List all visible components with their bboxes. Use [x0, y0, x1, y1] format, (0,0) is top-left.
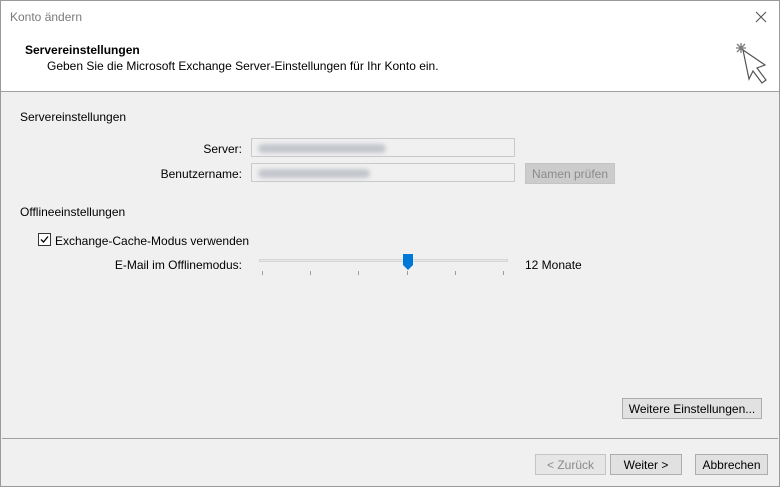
change-account-dialog: Konto ändern Servereinstellungen Geben S…: [0, 0, 780, 487]
page-title: Servereinstellungen: [25, 43, 140, 57]
window-title: Konto ändern: [10, 10, 83, 24]
slider-tick: [407, 271, 408, 275]
username-label: Benutzername:: [160, 167, 242, 181]
server-value-redacted: [258, 144, 386, 153]
check-names-button[interactable]: Namen prüfen: [525, 163, 615, 184]
slider-tick: [455, 271, 456, 275]
more-settings-button[interactable]: Weitere Einstellungen...: [622, 398, 762, 419]
slider-thumb[interactable]: [403, 254, 413, 270]
page-subtitle: Geben Sie die Microsoft Exchange Server-…: [47, 59, 439, 73]
slider-tick: [262, 271, 263, 275]
offline-mail-slider[interactable]: [259, 259, 508, 262]
slider-tick: [358, 271, 359, 275]
back-button[interactable]: < Zurück: [535, 454, 606, 475]
next-button[interactable]: Weiter >: [610, 454, 682, 475]
slider-tick: [310, 271, 311, 275]
check-icon: [39, 234, 50, 248]
cache-mode-label[interactable]: Exchange-Cache-Modus verwenden: [55, 234, 249, 248]
wizard-wand-icon: [727, 37, 769, 87]
slider-tick: [503, 271, 504, 275]
username-field[interactable]: [251, 163, 515, 182]
offline-mail-value: 12 Monate: [525, 258, 582, 272]
offline-settings-heading: Offlineeinstellungen: [20, 205, 126, 219]
cancel-button[interactable]: Abbrechen: [695, 454, 768, 475]
username-value-redacted: [258, 169, 370, 178]
title-bar: Konto ändern: [1, 1, 779, 33]
close-icon[interactable]: [751, 7, 771, 27]
server-field[interactable]: [251, 138, 515, 157]
server-label: Server:: [203, 142, 242, 156]
footer-divider: [2, 438, 778, 439]
server-settings-heading: Servereinstellungen: [20, 110, 127, 124]
page-header: Servereinstellungen Geben Sie die Micros…: [1, 33, 779, 92]
cache-mode-checkbox[interactable]: [38, 233, 51, 246]
offline-mail-label: E-Mail im Offlinemodus:: [114, 258, 242, 272]
